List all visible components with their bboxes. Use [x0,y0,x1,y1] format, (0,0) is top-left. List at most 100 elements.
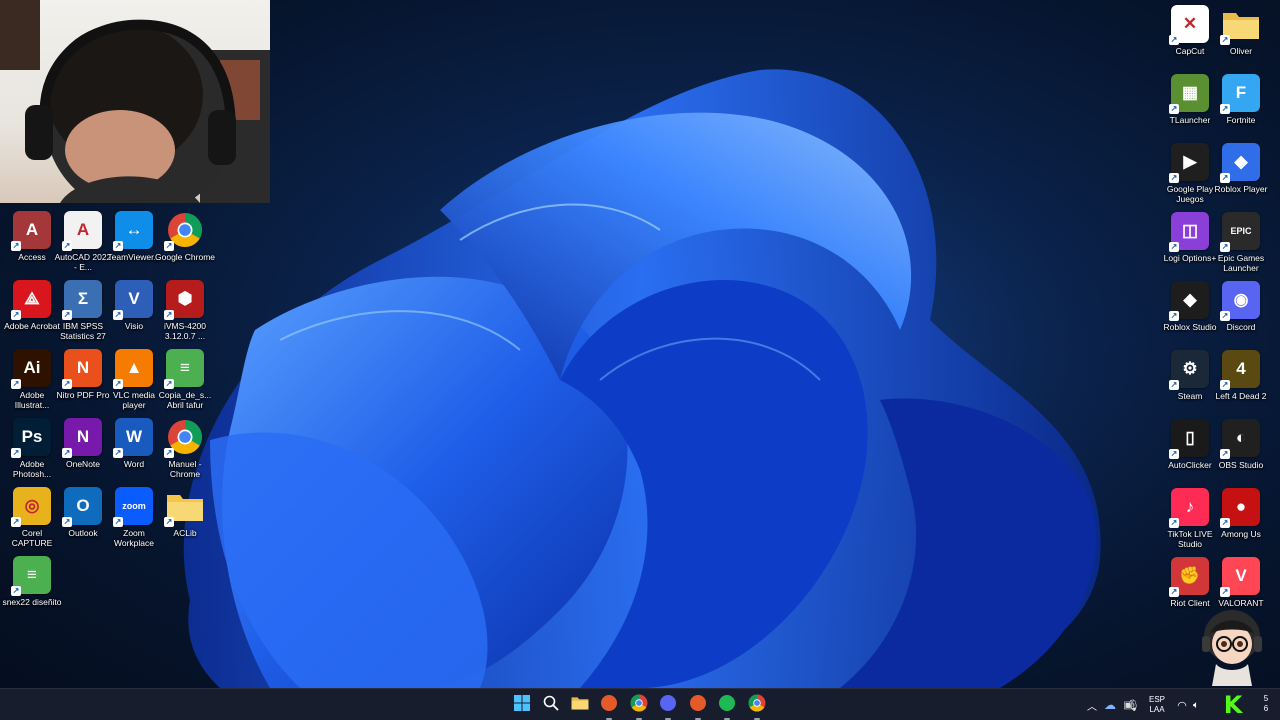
acrobat-icon: ⟁ ↗ [11,280,51,320]
shortcut-arrow-icon: ↗ [164,241,174,251]
desktop-shortcut-teamviewer[interactable]: ↔ ↗ TeamViewer... [107,211,161,279]
icon-glyph: ▦ [1181,83,1199,102]
desktop-shortcut-autoclicker[interactable]: ▯ ↗ AutoClicker [1164,419,1216,487]
icon-glyph: ⟁ [24,289,40,308]
desktop-shortcut-document[interactable]: ≡ ↗ Copia_de_s... Abril tafur [159,349,211,417]
desktop-shortcut-visio[interactable]: V ↗ Visio [108,280,160,348]
shortcut-arrow-icon: ↗ [164,517,174,527]
streamer-badge-letter: K [1223,691,1243,719]
desktop-shortcut-epic-games[interactable]: EPIC ↗ Epic Games Launcher [1215,212,1267,280]
file-explorer-button[interactable] [568,693,592,717]
desktop-shortcut-roblox[interactable]: ◆ ↗ Roblox Player [1215,143,1267,211]
desktop-shortcut-vlc[interactable]: ▲ ↗ VLC media player [108,349,160,417]
shortcut-arrow-icon: ↗ [1169,35,1179,45]
spss-icon: Σ ↗ [62,280,102,320]
chrome-profile-taskbar-button[interactable] [745,693,769,720]
document-icon: ≡ ↗ [164,349,204,389]
icon-glyph: ▯ [1185,428,1195,447]
desktop-shortcut-logi[interactable]: ◫ ↗ Logi Options+ [1164,212,1216,280]
desktop-shortcut-ivms[interactable]: ⬢ ↗ iVMS-4200 3.12.0.7 ... [159,280,211,348]
speaker-icon: 🔈︎ [1193,699,1199,711]
nitro-icon: N ↗ [62,349,102,389]
folder-icon: ↗ [164,487,204,527]
start-button[interactable] [510,693,534,717]
desktop-shortcut-obs[interactable]: ◐ ↗ OBS Studio [1215,419,1267,487]
desktop-shortcut-corel-capture[interactable]: ◎ ↗ Corel CAPTURE [6,487,58,555]
desktop-shortcut-folder[interactable]: ↗ Oliver [1215,5,1267,73]
steam-icon: ⚙ ↗ [1169,350,1209,390]
desktop-shortcut-label: Discord [1226,322,1256,332]
shortcut-arrow-icon: ↗ [1220,104,1230,114]
desktop-shortcut-left4dead[interactable]: 4 ↗ Left 4 Dead 2 [1215,350,1267,418]
pinned-app-button[interactable] [597,693,621,720]
among-us-icon: ● ↗ [1220,488,1260,528]
icon-glyph: ◆ [1234,152,1248,171]
roblox-studio-icon: ◆ ↗ [1169,281,1209,321]
desktop-shortcut-outlook[interactable]: O ↗ Outlook [57,487,109,555]
desktop-shortcut-nitro[interactable]: N ↗ Nitro PDF Pro [57,349,109,417]
desktop-shortcut-folder[interactable]: ↗ ACLib [159,487,211,555]
icon-glyph: A [76,220,90,239]
desktop-shortcut-spss[interactable]: Σ ↗ IBM SPSS Statistics 27 [57,280,109,348]
zoom-icon: zoom ↗ [113,487,153,527]
streamer-badge: K [1218,689,1248,720]
desktop-shortcut-steam[interactable]: ⚙ ↗ Steam [1164,350,1216,418]
shortcut-arrow-icon: ↗ [11,310,21,320]
shortcut-arrow-icon: ↗ [164,379,174,389]
desktop-shortcut-access[interactable]: A ↗ Access [6,211,58,279]
desktop-shortcut-tlauncher[interactable]: ▦ ↗ TLauncher [1164,74,1216,142]
teamviewer-icon: ↔ ↗ [113,211,153,251]
windows-logo-icon [514,694,530,716]
search-button[interactable] [539,693,563,717]
corel-capture-icon: ◎ ↗ [11,487,51,527]
chrome-taskbar-button[interactable] [627,693,651,720]
volume-button[interactable]: 🔈︎ [1184,693,1208,717]
desktop-shortcut-label: iVMS-4200 3.12.0.7 ... [163,321,207,341]
desktop-shortcut-acrobat[interactable]: ⟁ ↗ Adobe Acrobat [4,280,60,348]
shortcut-arrow-icon: ↗ [113,241,123,251]
icon-glyph: W [125,427,143,446]
desktop-shortcut-onenote[interactable]: N ↗ OneNote [57,418,109,486]
desktop-shortcut-illustrator[interactable]: Ai ↗ Adobe Illustrat... [6,349,58,417]
discord-icon: ◉ ↗ [1220,281,1260,321]
icon-glyph: ◆ [1183,290,1197,309]
spotify-icon [718,694,736,717]
desktop-shortcut-roblox-studio[interactable]: ◆ ↗ Roblox Studio [1164,281,1216,349]
shortcut-arrow-icon: ↗ [1220,173,1230,183]
icon-glyph: ▲ [125,358,143,377]
clock-date-fragment: 6 [1263,704,1269,713]
desktop-shortcut-document[interactable]: ≡ ↗ snex22 diseñito [2,556,62,624]
riot-client-icon: ✊ ↗ [1169,557,1209,597]
desktop-shortcut-capcut[interactable]: ✕ ↗ CapCut [1164,5,1216,73]
icon-glyph: ≡ [180,358,190,377]
desktop-shortcut-google-play-games[interactable]: ▶ ↗ Google Play Juegos [1164,143,1216,211]
desktop-shortcut-discord[interactable]: ◉ ↗ Discord [1215,281,1267,349]
word-icon: W ↗ [113,418,153,458]
shortcut-arrow-icon: ↗ [164,310,174,320]
desktop-shortcut-photoshop[interactable]: Ps ↗ Adobe Photosh... [6,418,58,486]
discord-taskbar-button[interactable] [656,693,680,720]
language-indicator[interactable]: ESP LAA [1146,695,1168,715]
shortcut-arrow-icon: ↗ [62,448,72,458]
desktop-shortcut-chrome[interactable]: ↗ Google Chrome [155,211,215,279]
desktop-shortcut-among-us[interactable]: ● ↗ Among Us [1215,488,1267,556]
desktop-shortcut-label: Fortnite [1226,115,1256,125]
pinned-app-2-button[interactable] [686,693,710,720]
icon-glyph: ◉ [1233,290,1249,309]
discord-icon [659,694,677,717]
icon-glyph: ● [1235,497,1247,516]
shortcut-arrow-icon: ↗ [113,310,123,320]
desktop-shortcut-word[interactable]: W ↗ Word [108,418,160,486]
microphone-tray-button[interactable]: 🎙︎ [1121,693,1145,717]
desktop-shortcut-chrome-profile[interactable]: ↗ Manuel - Chrome [159,418,211,486]
desktop-shortcut-fortnite[interactable]: F ↗ Fortnite [1215,74,1267,142]
shortcut-arrow-icon: ↗ [1169,104,1179,114]
shortcut-arrow-icon: ↗ [11,586,21,596]
spotify-taskbar-button[interactable] [715,693,739,720]
desktop-shortcut-zoom[interactable]: zoom ↗ Zoom Workplace [108,487,160,555]
obs-icon: ◐ ↗ [1220,419,1260,459]
clock[interactable]: 5 6 [1260,694,1272,716]
desktop-shortcut-tiktok-live[interactable]: ♪ ↗ TikTok LIVE Studio [1164,488,1216,556]
desktop-shortcut-autocad[interactable]: A ↗ AutoCAD 2022 - E... [55,211,111,279]
app-icon [600,694,618,717]
